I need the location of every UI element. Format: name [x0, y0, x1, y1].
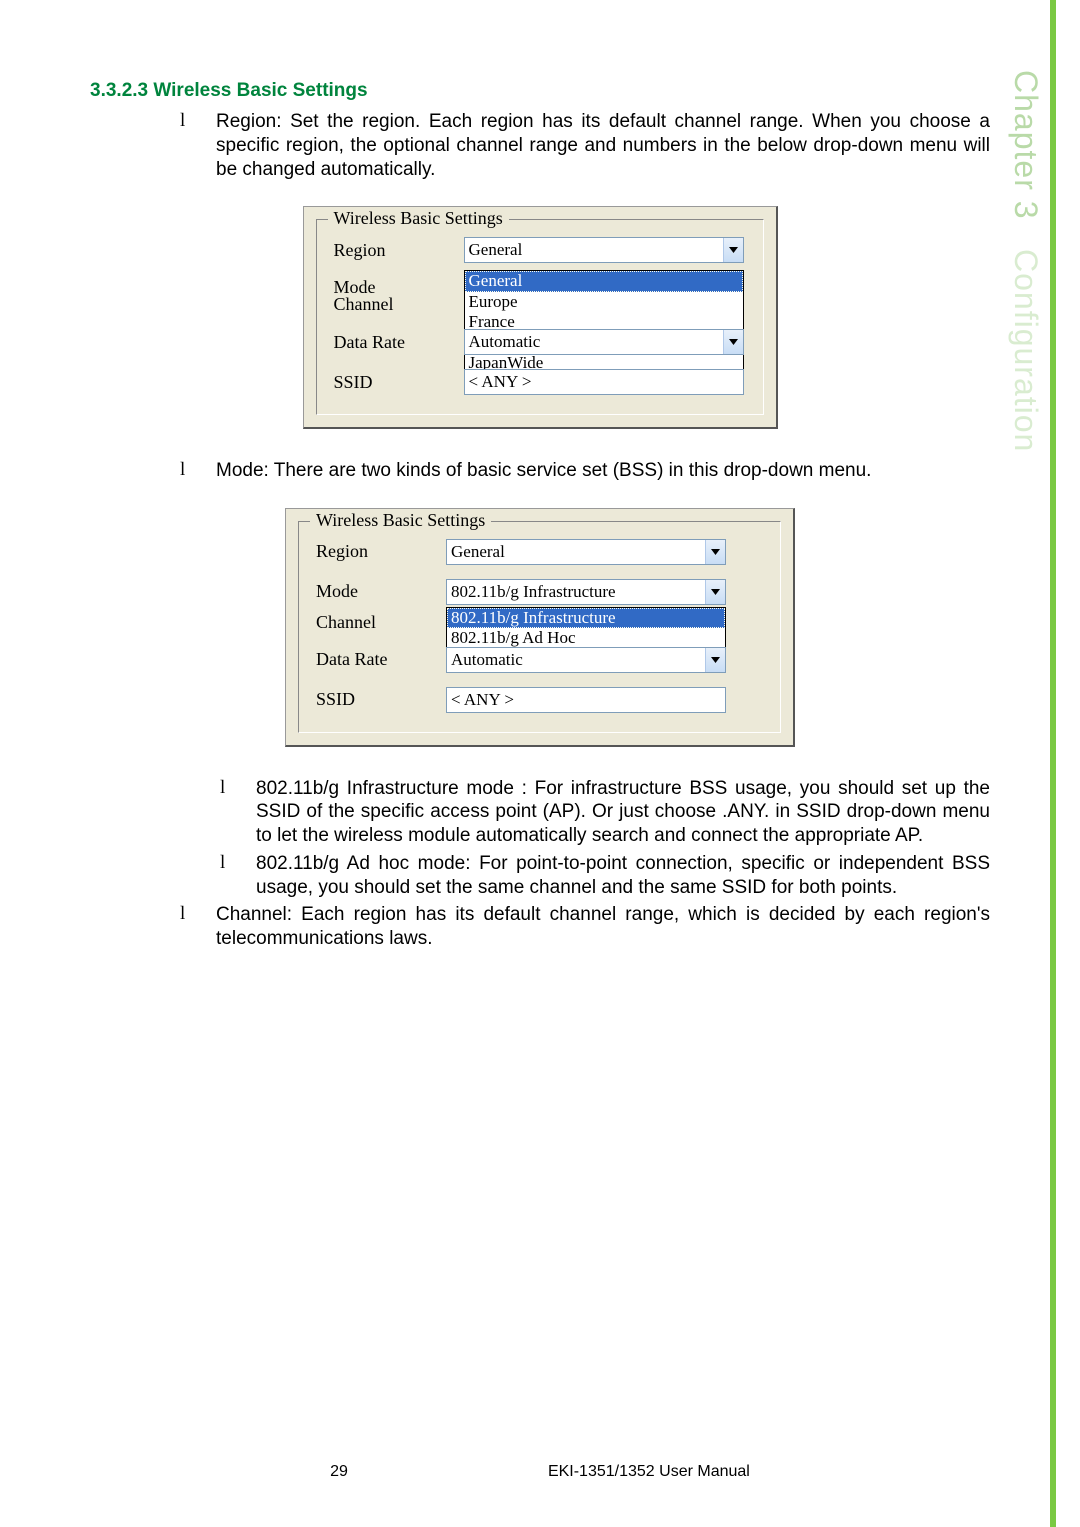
page-footer: 29 EKI-1351/1352 User Manual — [0, 1463, 1080, 1481]
label-mode2: Mode — [316, 581, 446, 602]
combo-datarate2-arrow[interactable] — [705, 648, 725, 672]
section-heading: 3.3.2.3 Wireless Basic Settings — [90, 80, 990, 102]
combo-region-arrow[interactable] — [723, 238, 743, 262]
bullet-region: l Region: Set the region. Each region ha… — [180, 110, 990, 181]
textbox-ssid-value: < ANY > — [469, 372, 532, 392]
bullet-infra: l 802.11b/g Infrastructure mode : For in… — [220, 777, 990, 848]
textbox-ssid[interactable]: < ANY > — [464, 369, 744, 395]
chevron-down-icon — [729, 247, 738, 253]
fieldset-legend: Wireless Basic Settings — [310, 510, 491, 531]
combo-datarate-arrow[interactable] — [723, 330, 743, 354]
row-ssid2: SSID < ANY > — [316, 687, 779, 713]
bullet-marker: l — [180, 110, 216, 181]
bullet-adhoc-text: 802.11b/g Ad hoc mode: For point-to-poin… — [256, 852, 990, 900]
combo-region2-value: General — [447, 542, 705, 562]
bullet-adhoc: l 802.11b/g Ad hoc mode: For point-to-po… — [220, 852, 990, 900]
combo-region2[interactable]: General — [446, 539, 726, 565]
footer-page-number: 29 — [330, 1463, 348, 1481]
bullet-marker: l — [180, 903, 216, 951]
combo-region2-arrow[interactable] — [705, 540, 725, 564]
row-channel: Channel — [334, 294, 762, 315]
bullet-mode-text: Mode: There are two kinds of basic servi… — [216, 459, 990, 483]
chevron-down-icon — [711, 589, 720, 595]
label-channel2: Channel — [316, 612, 446, 633]
bullet-region-text: Region: Set the region. Each region has … — [216, 110, 990, 181]
combo-mode2-arrow[interactable] — [705, 580, 725, 604]
combo-datarate-value: Automatic — [465, 332, 723, 352]
combo-datarate2[interactable]: Automatic — [446, 647, 726, 673]
row-region2: Region General — [316, 539, 779, 565]
label-channel: Channel — [334, 294, 464, 315]
bullet-marker: l — [180, 459, 216, 483]
textbox-ssid2-value: < ANY > — [451, 690, 514, 710]
label-ssid: SSID — [334, 372, 464, 393]
heading-number: 3.3.2.3 — [90, 80, 148, 101]
fieldset-legend: Wireless Basic Settings — [328, 208, 509, 229]
chevron-down-icon — [711, 657, 720, 663]
combo-datarate2-value: Automatic — [447, 650, 705, 670]
bullet-marker: l — [220, 777, 256, 848]
row-datarate2: Data Rate Automatic — [316, 647, 779, 673]
label-region: Region — [334, 240, 464, 261]
row-datarate: Data Rate Automatic — [334, 329, 762, 355]
wireless-settings-panel-region: Wireless Basic Settings Region General M… — [303, 206, 778, 429]
bullet-infra-text: 802.11b/g Infrastructure mode : For infr… — [256, 777, 990, 848]
chevron-down-icon — [729, 339, 738, 345]
bullet-channel-text: Channel: Each region has its default cha… — [216, 903, 990, 951]
side-chapter-label: Chapter 3 Configuration — [1007, 70, 1044, 453]
side-accent-bar — [1050, 0, 1056, 1527]
label-datarate: Data Rate — [334, 332, 464, 353]
combo-mode2[interactable]: 802.11b/g Infrastructure — [446, 579, 726, 605]
chevron-down-icon — [711, 549, 720, 555]
label-region2: Region — [316, 541, 446, 562]
side-chapter-number: Chapter 3 — [1008, 70, 1044, 220]
row-ssid: SSID < ANY > — [334, 369, 762, 395]
combo-region-value: General — [465, 240, 723, 260]
label-ssid2: SSID — [316, 689, 446, 710]
row-region: Region General — [334, 237, 762, 263]
combo-datarate[interactable]: Automatic — [464, 329, 744, 355]
label-datarate2: Data Rate — [316, 649, 446, 670]
heading-title: Wireless Basic Settings — [153, 80, 367, 101]
bullet-marker: l — [220, 852, 256, 900]
row-channel2: Channel — [316, 612, 779, 633]
bullet-channel: l Channel: Each region has its default c… — [180, 903, 990, 951]
bullet-mode: l Mode: There are two kinds of basic ser… — [180, 459, 990, 483]
textbox-ssid2[interactable]: < ANY > — [446, 687, 726, 713]
side-chapter-title: Configuration — [1008, 249, 1044, 452]
combo-region[interactable]: General — [464, 237, 744, 263]
page-body: 3.3.2.3 Wireless Basic Settings l Region… — [0, 0, 1080, 951]
wireless-settings-panel-mode: Wireless Basic Settings Region General M… — [285, 508, 795, 747]
combo-mode2-value: 802.11b/g Infrastructure — [447, 582, 705, 602]
footer-manual-name: EKI-1351/1352 User Manual — [548, 1463, 750, 1481]
row-mode2: Mode 802.11b/g Infrastructure — [316, 579, 779, 605]
